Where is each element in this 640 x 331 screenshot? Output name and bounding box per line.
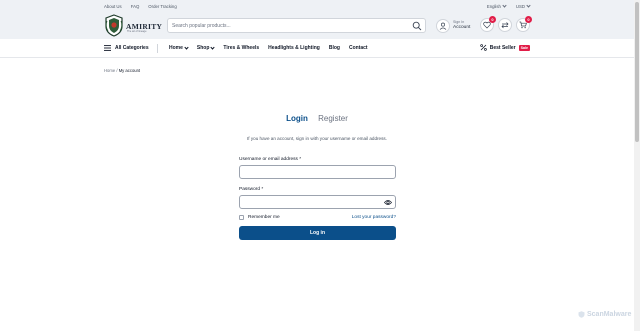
user-icon [436,18,450,33]
faq-link[interactable]: FAQ [131,4,140,9]
chevron-down-icon [502,3,507,8]
eye-icon[interactable] [384,199,392,206]
breadcrumb-home[interactable]: Home [104,68,115,73]
remember-me[interactable]: Remember me [239,215,280,220]
search-icon[interactable] [412,21,422,31]
search-input[interactable] [172,21,407,31]
chevron-down-icon [184,44,189,50]
percent-icon [479,44,487,51]
sale-badge: Sale [518,44,530,51]
cart-count-badge: 0 [525,16,532,23]
main-navigation: All Categories Home Shop Tires & Wheels … [0,39,634,58]
best-seller-link[interactable]: Best Seller Sale [479,44,530,51]
language-value: English [486,4,501,9]
best-seller-label: Best Seller [489,44,516,51]
top-utility-bar: About Us FAQ Order Tracking English USD [0,0,634,12]
hamburger-icon [104,45,111,51]
about-us-link[interactable]: About Us [104,4,122,9]
currency-selector[interactable]: USD [515,3,531,9]
username-label: Username or email address * [239,157,302,162]
nav-item-shop[interactable]: Shop [196,44,216,51]
nav-menu: Home Shop Tires & Wheels Headlights & Li… [169,44,368,51]
nav-item-home[interactable]: Home [169,44,189,51]
breadcrumb-separator: / [116,68,118,73]
login-form: Username or email address * Password * R… [239,157,396,240]
password-input[interactable] [243,198,383,207]
page-scrollbar[interactable] [634,0,640,331]
login-intro-text: If you have an account, sign in with you… [247,136,387,141]
compare-button[interactable] [498,18,512,32]
site-logo[interactable]: AMIRITY The art of lineage [104,14,162,37]
wishlist-button[interactable]: 0 [480,16,496,32]
nav-item-blog[interactable]: Blog [329,45,340,51]
tab-login[interactable]: Login [286,114,308,123]
nav-item-tires-wheels[interactable]: Tires & Wheels [223,45,259,51]
account-text: Sign In Account [453,20,470,30]
remember-me-label: Remember me [248,215,280,220]
nav-item-contact[interactable]: Contact [349,45,368,51]
shield-icon [578,311,585,318]
language-selector[interactable]: English [486,3,507,9]
chevron-down-icon [526,3,531,8]
password-field [239,195,396,209]
watermark: ScanMalware [578,311,631,318]
wishlist-count-badge: 0 [489,16,496,23]
nav-item-headlights-lighting[interactable]: Headlights & Lighting [268,45,320,51]
username-input[interactable] [243,168,383,177]
tab-register[interactable]: Register [318,114,348,123]
all-categories-button[interactable]: All Categories [104,45,149,51]
cart-button[interactable]: 0 [516,16,532,32]
nav-item-label: Shop [196,45,210,51]
username-field [239,165,396,179]
nav-divider [157,44,158,53]
site-header: AMIRITY The art of lineage Sign In Accou… [0,12,634,39]
remember-me-checkbox[interactable] [239,215,244,220]
all-categories-label: All Categories [115,45,149,51]
breadcrumb-current: My account [118,68,141,73]
currency-value: USD [515,4,525,9]
password-label: Password * [239,187,264,192]
chevron-down-icon [210,44,216,50]
scrollbar-thumb[interactable] [635,2,639,142]
auth-tabs: Login Register [0,114,634,123]
top-links: About Us FAQ Order Tracking [104,4,177,9]
nav-item-label: Home [169,45,183,51]
breadcrumb: Home / My account [104,68,140,73]
remember-row: Remember me Lost your password? [239,215,396,220]
account-button[interactable]: Sign In Account [436,18,470,33]
locale-switchers: English USD [486,3,531,9]
search-bar [167,18,426,33]
compare-arrows-icon [501,22,509,29]
brand-tagline: The art of lineage [127,30,147,33]
order-tracking-link[interactable]: Order Tracking [148,4,176,9]
watermark-text: ScanMalware [587,311,632,318]
lost-password-link[interactable]: Lost your password? [352,215,396,220]
login-button[interactable]: Log in [239,226,396,240]
crest-logo-icon [105,14,123,37]
account-label: Account [453,24,471,30]
